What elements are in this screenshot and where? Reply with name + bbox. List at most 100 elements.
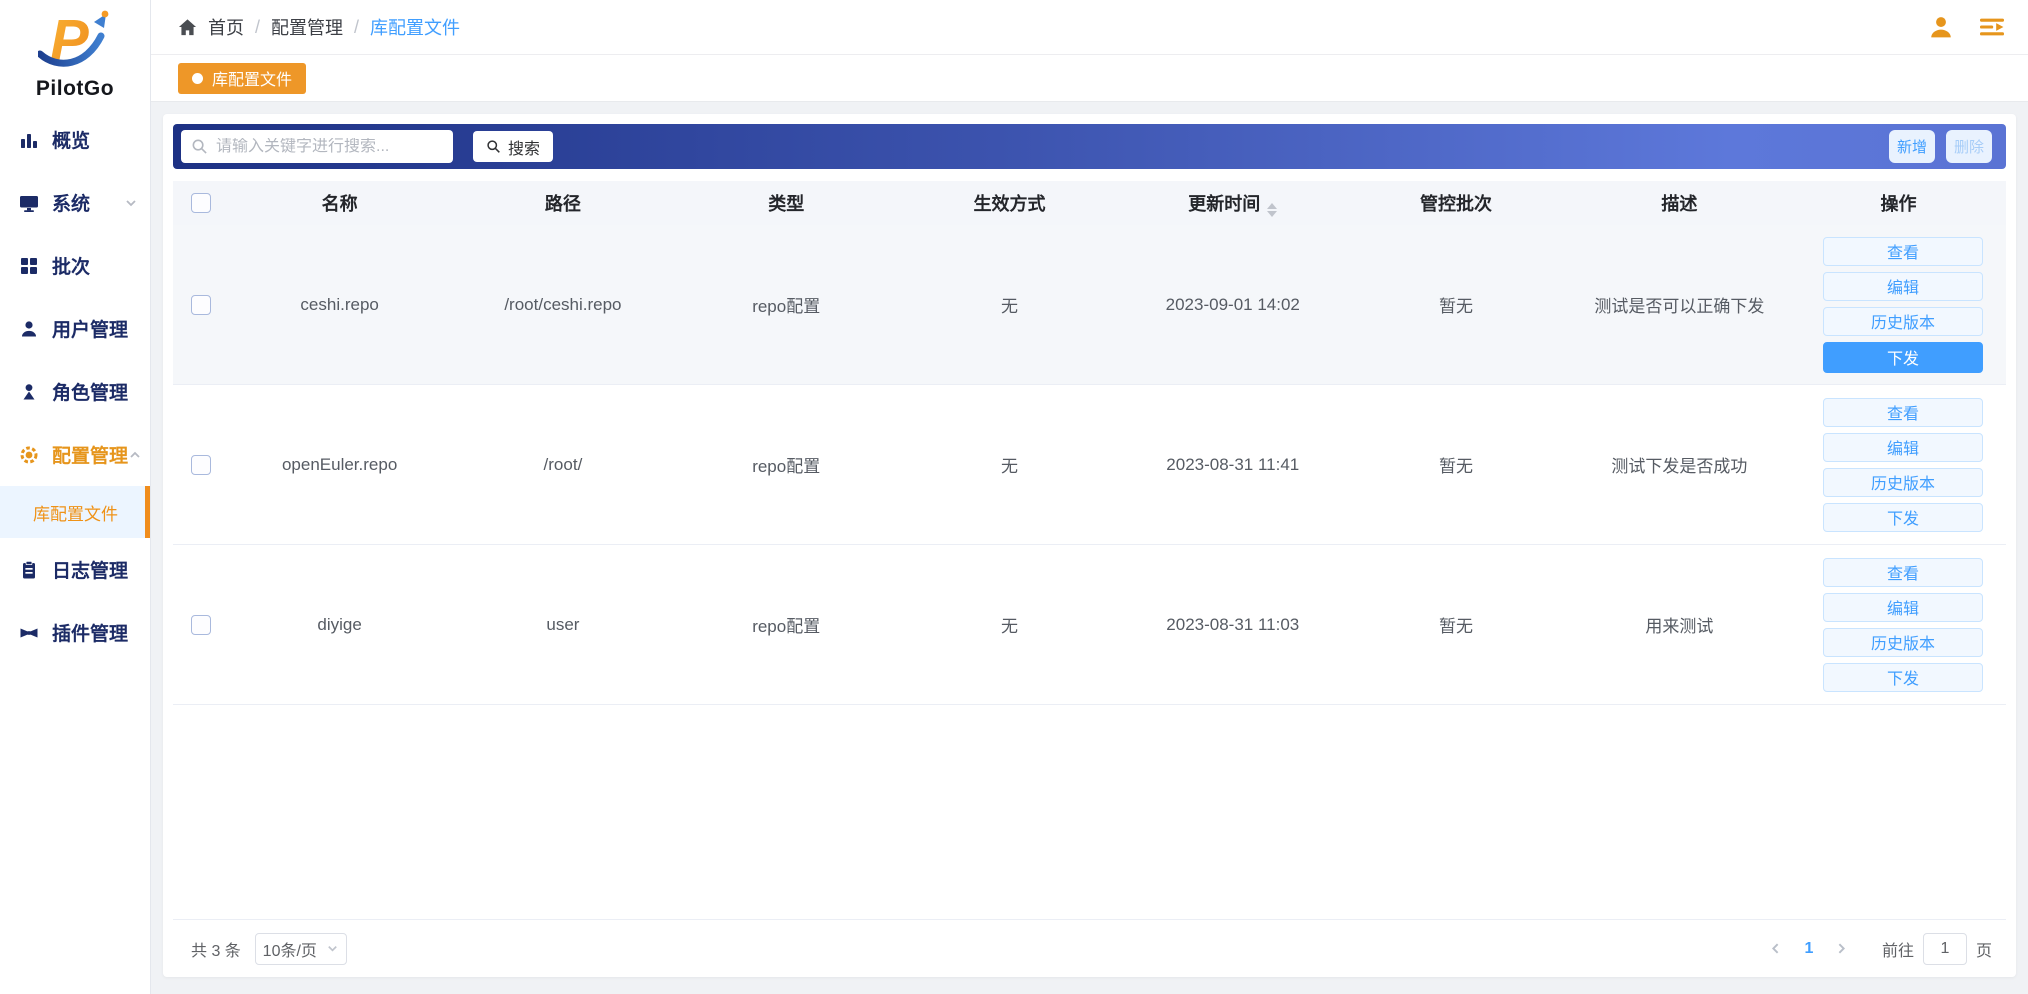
tag-dot-icon [192, 73, 203, 84]
history-button[interactable]: 历史版本 [1823, 468, 1983, 497]
tab-repo-config[interactable]: 库配置文件 [178, 63, 306, 94]
menu-unfold-icon[interactable] [1978, 15, 2006, 39]
sidebar-item-label: 系统 [52, 189, 90, 216]
column-header-path: 路径 [451, 190, 674, 216]
chevron-right-icon [1834, 941, 1849, 956]
search-icon [486, 139, 501, 154]
cell-name: ceshi.repo [228, 295, 451, 315]
column-header-batch: 管控批次 [1344, 190, 1567, 216]
table-empty-space [173, 705, 2006, 919]
clipboard-icon [19, 560, 39, 580]
prev-page-button[interactable] [1760, 941, 1792, 956]
goto-page-input[interactable] [1923, 933, 1967, 965]
breadcrumb-config[interactable]: 配置管理 [271, 14, 343, 40]
sidebar-subitem-repo-config[interactable]: 库配置文件 [0, 486, 150, 538]
sidebar-item-users[interactable]: 用户管理 [0, 297, 150, 360]
goto-label: 前往 [1882, 937, 1914, 961]
content-card: 搜索 新增 删除 名称 路径 类型 生效方式 更新时间 [163, 114, 2016, 977]
row-checkbox[interactable] [191, 615, 211, 635]
page-number[interactable]: 1 [1792, 940, 1826, 958]
row-checkbox[interactable] [191, 455, 211, 475]
cell-actions: 查看 编辑 历史版本 下发 [1791, 398, 2006, 532]
cell-actions: 查看 编辑 历史版本 下发 [1791, 237, 2006, 373]
sidebar-menu: 概览 系统 批次 [0, 108, 150, 994]
cell-batch: 暂无 [1344, 292, 1567, 317]
breadcrumb-current: 库配置文件 [370, 14, 460, 40]
table-row: openEuler.repo /root/ repo配置 无 2023-08-3… [173, 385, 2006, 545]
monitor-icon [19, 193, 39, 213]
next-page-button[interactable] [1826, 941, 1858, 956]
sidebar-item-label: 概览 [52, 126, 90, 153]
deploy-button[interactable]: 下发 [1823, 503, 1983, 532]
view-button[interactable]: 查看 [1823, 558, 1983, 587]
search-icon [191, 138, 208, 155]
cell-effect: 无 [898, 452, 1121, 477]
column-header-actions: 操作 [1791, 190, 2006, 216]
cell-desc: 测试是否可以正确下发 [1568, 292, 1791, 317]
select-all-checkbox[interactable] [191, 193, 211, 213]
column-header-updated[interactable]: 更新时间 [1121, 190, 1344, 217]
view-button[interactable]: 查看 [1823, 237, 1983, 266]
cell-path: /root/ceshi.repo [451, 295, 674, 315]
deploy-button[interactable]: 下发 [1823, 342, 1983, 373]
sort-caret-icon[interactable] [1267, 203, 1277, 217]
chevron-left-icon [1768, 941, 1783, 956]
app-title: PilotGo [36, 77, 114, 101]
pager: 1 前往 页 [1760, 933, 1992, 965]
gear-icon [19, 445, 39, 465]
chevron-down-icon [326, 942, 339, 955]
cell-desc: 测试下发是否成功 [1568, 452, 1791, 477]
search-toolbar: 搜索 新增 删除 [173, 124, 2006, 169]
sidebar-item-batch[interactable]: 批次 [0, 234, 150, 297]
edit-button[interactable]: 编辑 [1823, 272, 1983, 301]
column-header-name: 名称 [228, 190, 451, 216]
breadcrumb-separator: / [354, 17, 359, 38]
topbar: 首页 / 配置管理 / 库配置文件 [151, 0, 2028, 55]
search-input[interactable] [216, 138, 443, 156]
column-header-desc: 描述 [1568, 190, 1791, 216]
sidebar-item-label: 日志管理 [52, 556, 128, 583]
search-box [181, 130, 453, 163]
cell-type: repo配置 [675, 612, 898, 637]
search-button[interactable]: 搜索 [473, 131, 553, 162]
cell-type: repo配置 [675, 452, 898, 477]
cell-actions: 查看 编辑 历史版本 下发 [1791, 558, 2006, 692]
chevron-down-icon [124, 196, 138, 210]
plugin-icon [19, 623, 39, 643]
sidebar-item-roles[interactable]: 角色管理 [0, 360, 150, 423]
content: 搜索 新增 删除 名称 路径 类型 生效方式 更新时间 [151, 102, 2028, 994]
search-button-label: 搜索 [508, 135, 540, 159]
goto-unit-label: 页 [1976, 937, 1992, 961]
sidebar-subitem-label: 库配置文件 [33, 500, 118, 525]
cell-name: openEuler.repo [228, 455, 451, 475]
column-header-effect: 生效方式 [898, 190, 1121, 216]
sidebar-item-config[interactable]: 配置管理 [0, 423, 150, 486]
breadcrumb-home[interactable]: 首页 [208, 14, 244, 40]
edit-button[interactable]: 编辑 [1823, 433, 1983, 462]
cell-type: repo配置 [675, 292, 898, 317]
cell-updated: 2023-08-31 11:41 [1121, 455, 1344, 475]
history-button[interactable]: 历史版本 [1823, 307, 1983, 336]
row-checkbox[interactable] [191, 295, 211, 315]
cell-effect: 无 [898, 612, 1121, 637]
sidebar-item-overview[interactable]: 概览 [0, 108, 150, 171]
delete-button[interactable]: 删除 [1946, 130, 1992, 163]
sidebar-item-system[interactable]: 系统 [0, 171, 150, 234]
deploy-button[interactable]: 下发 [1823, 663, 1983, 692]
history-button[interactable]: 历史版本 [1823, 628, 1983, 657]
chevron-up-icon [128, 448, 142, 462]
page-size-select[interactable]: 10条/页 [255, 933, 347, 965]
topbar-icons [1928, 14, 2006, 40]
sidebar-item-plugins[interactable]: 插件管理 [0, 601, 150, 664]
user-avatar-icon[interactable] [1928, 14, 1954, 40]
repo-config-table: 名称 路径 类型 生效方式 更新时间 管控批次 描述 操作 [173, 181, 2006, 920]
app-root: P PilotGo 概览 系统 [0, 0, 2028, 994]
sidebar-item-label: 批次 [52, 252, 90, 279]
sidebar-item-logs[interactable]: 日志管理 [0, 538, 150, 601]
home-icon [178, 18, 197, 37]
edit-button[interactable]: 编辑 [1823, 593, 1983, 622]
add-button[interactable]: 新增 [1889, 130, 1935, 163]
table-header-row: 名称 路径 类型 生效方式 更新时间 管控批次 描述 操作 [173, 181, 2006, 225]
view-button[interactable]: 查看 [1823, 398, 1983, 427]
user-icon [19, 319, 39, 339]
